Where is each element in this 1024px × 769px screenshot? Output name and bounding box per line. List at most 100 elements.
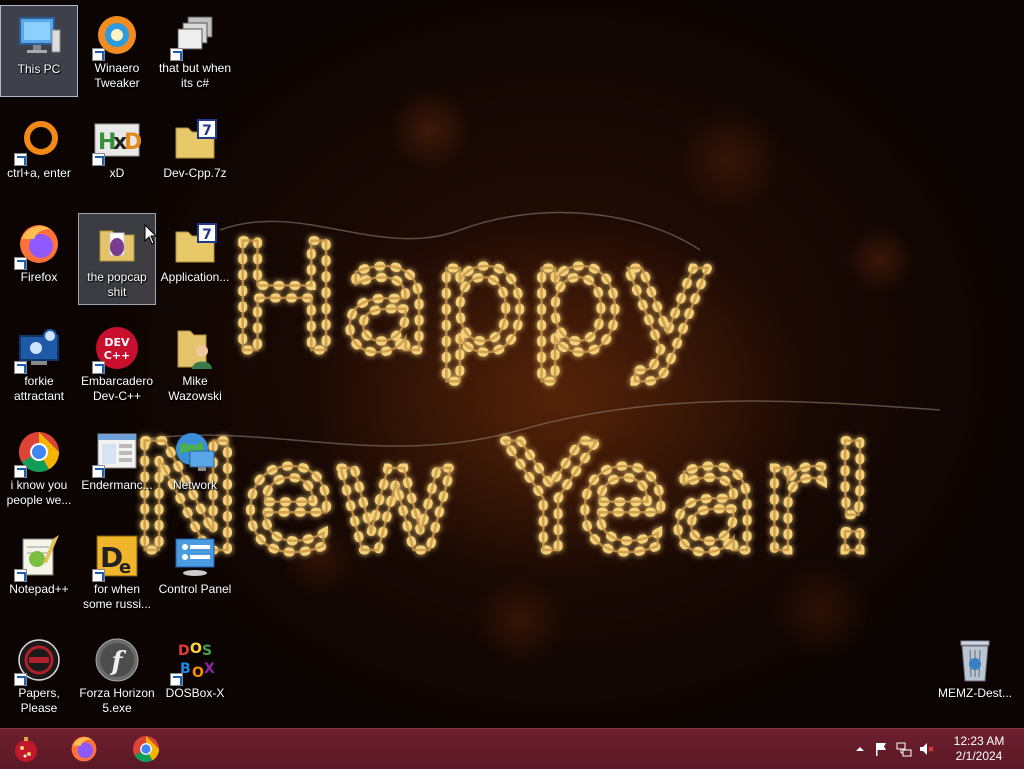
desktop-icon-that-but-when-its-csharp[interactable]: that but when its c# [156,5,234,97]
desktop-icon-label: Papers, Please [18,686,60,715]
shortcut-arrow-icon [170,673,183,686]
desktop-icon-label: Notepad++ [9,582,69,596]
shortcut-arrow-icon [92,361,105,374]
svg-text:7: 7 [202,227,212,243]
mouse-cursor-icon [144,224,158,245]
taskbar-chrome-button[interactable] [130,733,162,765]
desktop-icon-papers-please[interactable]: Papers, Please [0,630,78,722]
firefox-icon [14,218,64,270]
desktop-icon-label: Firefox [20,270,58,284]
desktop-icon-application[interactable]: 7 Application... [156,214,234,306]
shortcut-arrow-icon [92,153,105,166]
desktop-icon-endermanch[interactable]: Endermanc... [78,422,156,514]
desktop-icon-xd[interactable]: HxD xD [78,110,156,202]
desktop-icon-label: Dev-Cpp.7z [163,166,227,180]
svg-text:X: X [204,661,215,677]
taskbar: 12:23 AM 2/1/2024 [0,728,1024,769]
desktop-icon-for-when-some-russi[interactable]: De for when some russi... [78,526,156,618]
orange-ring-icon [14,114,64,166]
shortcut-arrow-icon [14,361,27,374]
desktop-icon-label: ctrl+a, enter [7,166,71,180]
stacked-windows-icon [170,9,220,61]
shortcut-arrow-icon [170,48,183,61]
clock-time: 12:23 AM [953,734,1005,748]
shortcut-arrow-icon [14,673,27,686]
svg-text:D: D [124,130,141,155]
control-panel-icon [170,530,220,582]
ornament-start-icon [15,737,37,762]
svg-text:e: e [119,557,131,578]
shortcut-arrow-icon [14,257,27,270]
desktop-icon-recycle-bin[interactable]: MEMZ-Dest... [936,630,1014,722]
desktop-icon-label: Winaero Tweaker [94,61,140,90]
desktop-icon-label: Forza Horizon 5.exe [79,686,155,715]
desktop-icon-label: This PC [17,62,61,76]
firefox-icon [71,736,97,762]
taskbar-firefox-button[interactable] [68,733,100,765]
svg-text:O: O [192,665,204,681]
user-folder-icon [170,322,220,374]
settings-monitor-icon [14,322,64,374]
svg-text:S: S [202,643,212,659]
shortcut-arrow-icon [92,48,105,61]
flag-icon[interactable] [873,741,889,757]
desktop-icon-control-panel[interactable]: Control Panel [156,526,234,618]
desktop-icon-network[interactable]: Network [156,422,234,514]
desktop-icon-ctrl-a-enter[interactable]: ctrl+a, enter [0,110,78,202]
desktop-icon-winaero-tweaker[interactable]: Winaero Tweaker [78,5,156,97]
clock-date: 2/1/2024 [955,749,1003,763]
desktop-icon-this-pc[interactable]: This PC [0,5,78,97]
chrome-icon [14,426,64,478]
desktop-icon-mike-wazowski[interactable]: Mike Wazowski [156,318,234,410]
desktop-icon-notepad-plus-plus[interactable]: Notepad++ [0,526,78,618]
network-icon [170,426,220,478]
shortcut-arrow-icon [14,153,27,166]
volume-muted-icon[interactable] [918,741,934,757]
desktop-icon-dev-cpp-7z[interactable]: 7 Dev-Cpp.7z [156,110,234,202]
svg-text:O: O [190,641,202,657]
desktop-icon-label: Network [172,478,217,492]
shortcut-arrow-icon [92,569,105,582]
chevron-up-icon[interactable] [852,741,868,757]
desktop-icon-label: Mike Wazowski [168,374,222,403]
computer-icon [14,10,64,62]
desktop-icon-label: for when some russi... [82,582,151,611]
archive-folder-icon: 7 [170,218,220,270]
flash-icon: f [92,634,142,686]
window-app-icon [92,426,142,478]
winaero-icon [92,9,142,61]
desktop-icon-forkie-attractant[interactable]: forkie attractant [0,318,78,410]
archive-folder-icon: 7 [170,114,220,166]
desktop-icon-label: i know you people we... [6,478,72,507]
desktop-icon-firefox[interactable]: Firefox [0,214,78,306]
desktop-icon-label: the popcap shit [87,270,147,299]
desktop-icon-label: Embarcadero Dev-C++ [80,374,154,403]
svg-text:DEV: DEV [104,336,130,349]
desktop-icon-label: Control Panel [158,582,232,596]
dosbox-icon: DOSBOX [170,634,220,686]
desktop-icon-label: that but when its c# [158,61,232,90]
desktop-icon-dosbox-x[interactable]: DOSBOX DOSBox-X [156,630,234,722]
hxd-icon: HxD [92,114,142,166]
desktop-icon-label: xD [109,166,125,180]
desktop-icon-embarcadero-devcpp[interactable]: DEV C++ Embarcadero Dev-C++ [78,318,156,410]
desktop-icon-forza-horizon[interactable]: f Forza Horizon 5.exe [78,630,156,722]
de-icon: De [92,530,142,582]
desktop-icon-label: DOSBox-X [165,686,225,700]
start-button[interactable] [10,733,42,765]
folder-icon [92,218,142,270]
notepadpp-icon [14,530,64,582]
recycle-bin-icon [950,634,1000,686]
taskbar-clock[interactable]: 12:23 AM 2/1/2024 [950,734,1008,764]
svg-text:7: 7 [202,123,212,139]
shortcut-arrow-icon [14,465,27,478]
network-icon[interactable] [896,741,912,757]
desktop-icon-label: Application... [160,270,230,284]
system-tray: 12:23 AM 2/1/2024 [824,729,1024,769]
desktop-icon-chrome-shortcut[interactable]: i know you people we... [0,422,78,514]
svg-text:D: D [178,643,190,659]
shortcut-arrow-icon [14,569,27,582]
desktop-icon-label: forkie attractant [13,374,65,403]
chrome-icon [132,735,160,763]
desktop-icon-label: MEMZ-Dest... [938,686,1012,700]
